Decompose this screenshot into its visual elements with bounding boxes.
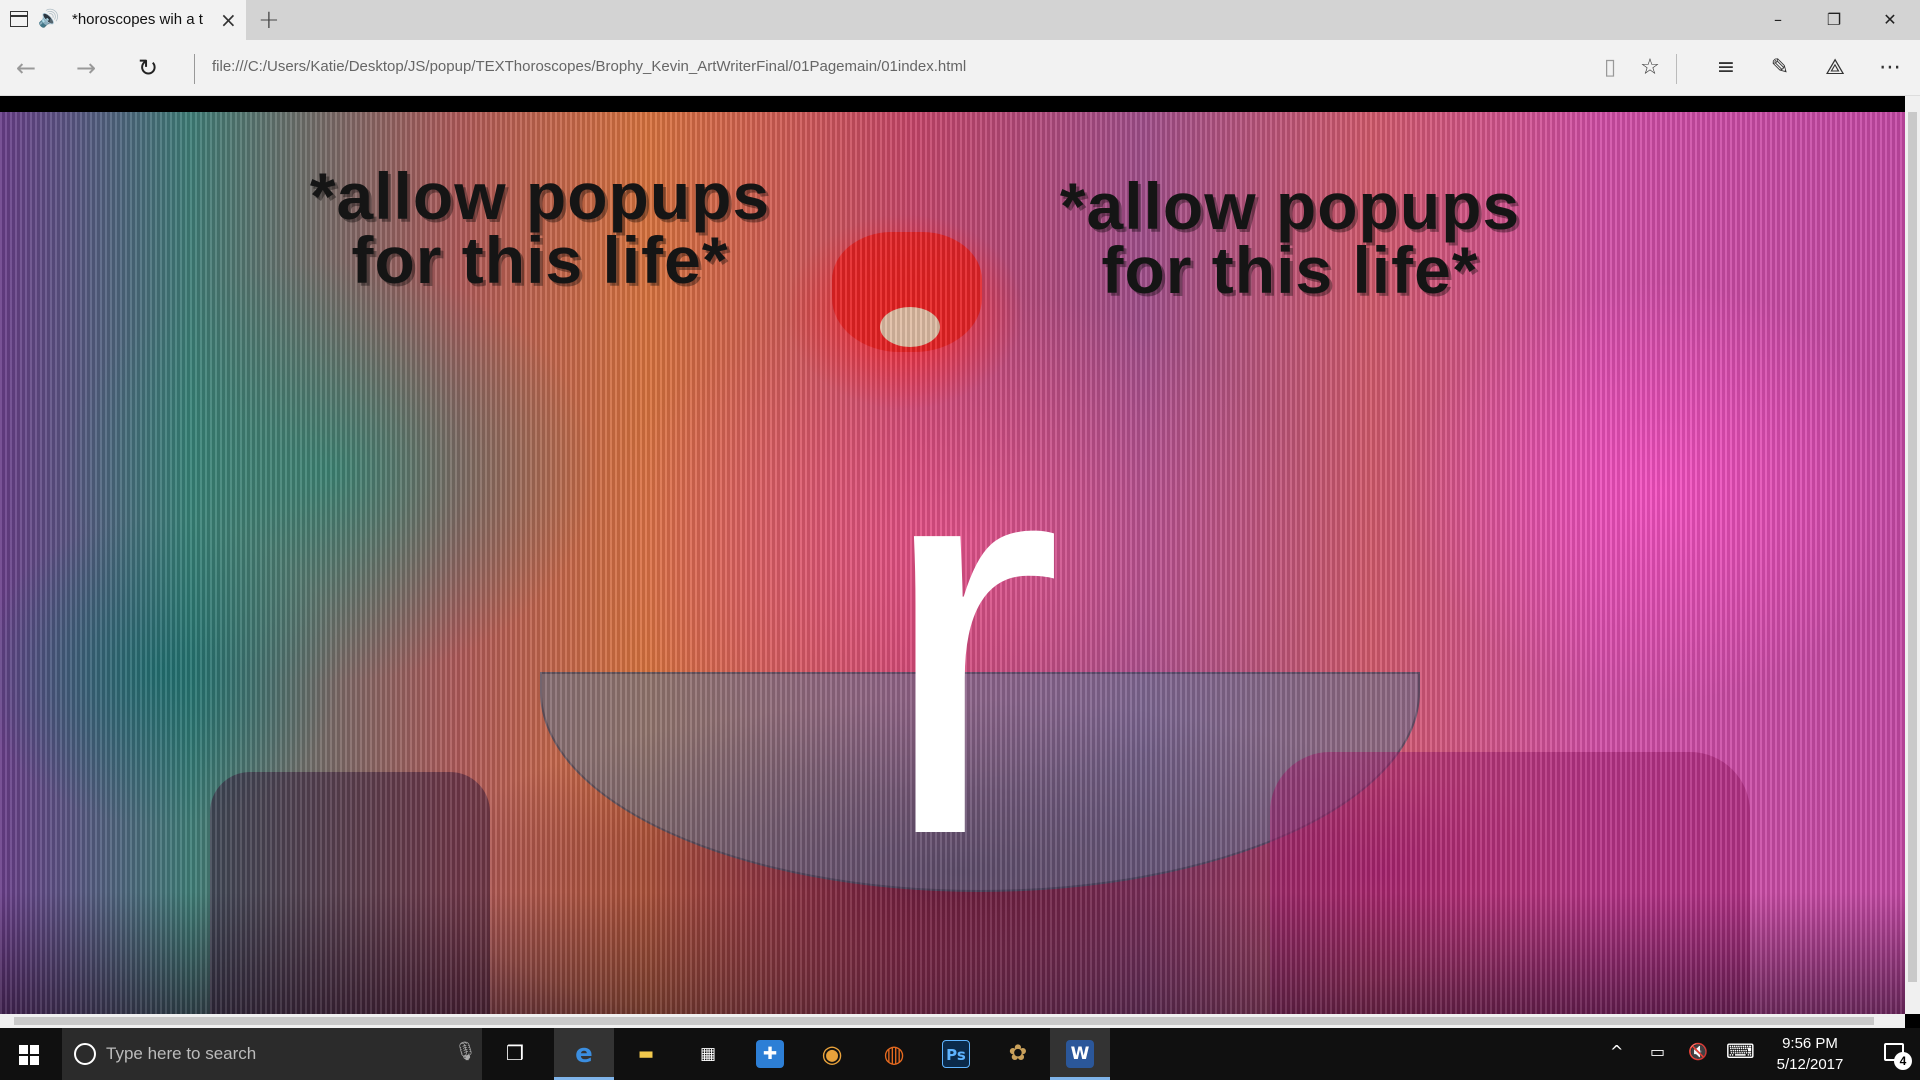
note-left-line1: *allow popups	[309, 159, 771, 233]
taskbar-chrome-icon[interactable]: ◉	[802, 1028, 862, 1080]
keyboard-icon[interactable]: ⌨	[1726, 1039, 1755, 1063]
address-separator	[194, 54, 195, 84]
refresh-button[interactable]: ↻	[130, 50, 166, 86]
back-button[interactable]: ←	[8, 50, 44, 86]
word-icon: W	[1066, 1040, 1094, 1068]
restore-button[interactable]: ❐	[1806, 0, 1862, 40]
microphone-icon[interactable]: 🎙	[454, 1041, 477, 1062]
favorite-star-icon[interactable]: ☆	[1630, 50, 1670, 86]
chrome-icon: ◉	[821, 1040, 843, 1068]
search-placeholder: Type here to search	[106, 1044, 257, 1063]
horizontal-scroll-thumb[interactable]	[14, 1017, 1874, 1025]
windows-logo-pane	[30, 1045, 39, 1054]
tab-title: *horoscopes wih a t	[72, 11, 203, 28]
shield-icon: ✚	[756, 1040, 784, 1068]
windows-logo-pane	[30, 1056, 39, 1065]
tab-strip: 🔊 *horoscopes wih a t × + – ❐ ✕	[0, 0, 1920, 40]
close-window-button[interactable]: ✕	[1862, 0, 1918, 40]
tab-preview-icon[interactable]	[10, 11, 28, 27]
photoshop-icon: Ps	[942, 1040, 970, 1068]
taskbar: Type here to search 🎙 ❒ e ▬ ▦ ✚ ◉ ◍ Ps ✿…	[0, 1028, 1920, 1080]
vertical-scrollbar[interactable]	[1905, 96, 1920, 1014]
note-right-line1: *allow popups	[1059, 169, 1521, 243]
taskbar-search-box[interactable]: Type here to search 🎙	[62, 1028, 482, 1080]
address-bar[interactable]: file:///C:/Users/Katie/Desktop/JS/popup/…	[212, 58, 1562, 75]
forward-button[interactable]: →	[68, 50, 104, 86]
clock-time: 9:56 PM	[1782, 1035, 1838, 1052]
browser-tab[interactable]: 🔊 *horoscopes wih a t ×	[0, 0, 246, 40]
task-view-icon[interactable]: ❒	[506, 1041, 524, 1065]
cortana-icon[interactable]	[74, 1043, 96, 1065]
allow-popups-note-left: *allow popups for this life*	[250, 163, 830, 297]
typing-letter: r	[876, 325, 1064, 951]
speaker-icon[interactable]: 🔊	[38, 9, 59, 29]
clock-date: 5/12/2017	[1776, 1056, 1844, 1073]
taskbar-defender-icon[interactable]: ✚	[740, 1028, 800, 1080]
show-hidden-icons-chevron-icon[interactable]: ^	[1610, 1042, 1623, 1061]
taskbar-store-icon[interactable]: ▦	[678, 1028, 738, 1080]
windows-logo-pane	[19, 1056, 28, 1065]
windows-logo-icon	[19, 1045, 28, 1054]
web-note-icon[interactable]: ✎	[1760, 50, 1800, 86]
note-left-line2: for this life*	[351, 223, 729, 297]
share-icon[interactable]: ⟁	[1815, 50, 1855, 86]
hub-icon[interactable]: ≡	[1706, 50, 1746, 86]
taskbar-clock[interactable]: 9:56 PM 5/12/2017	[1760, 1033, 1860, 1075]
taskbar-paint-app-icon[interactable]: ✿	[988, 1028, 1048, 1080]
new-tab-button[interactable]: +	[258, 5, 280, 35]
page-viewport: *allow popups for this life* *allow popu…	[0, 96, 1905, 1014]
taskbar-edge-icon[interactable]: e	[554, 1028, 614, 1080]
volume-muted-icon[interactable]: 🔇	[1688, 1042, 1708, 1061]
action-center-button[interactable]: 4	[1866, 1028, 1920, 1080]
firefox-icon: ◍	[883, 1040, 905, 1068]
background-collage-image: *allow popups for this life* *allow popu…	[0, 112, 1905, 1014]
allow-popups-note-right: *allow popups for this life*	[1000, 173, 1580, 307]
note-right-line2: for this life*	[1101, 233, 1479, 307]
store-icon: ▦	[699, 1044, 717, 1064]
navigation-bar: ← → ↻ file:///C:/Users/Katie/Desktop/JS/…	[0, 40, 1920, 96]
horizontal-scrollbar[interactable]	[0, 1014, 1905, 1028]
more-icon[interactable]: ⋯	[1870, 50, 1910, 86]
minimize-button[interactable]: –	[1750, 0, 1806, 40]
folder-icon: ▬	[637, 1044, 655, 1064]
taskbar-firefox-icon[interactable]: ◍	[864, 1028, 924, 1080]
toolbar-separator	[1676, 54, 1677, 84]
notification-count-badge: 4	[1894, 1052, 1912, 1070]
close-tab-icon[interactable]: ×	[220, 8, 237, 32]
vertical-scroll-thumb[interactable]	[1908, 112, 1917, 982]
taskbar-file-explorer-icon[interactable]: ▬	[616, 1028, 676, 1080]
taskbar-word-icon[interactable]: W	[1050, 1028, 1110, 1080]
edge-icon: e	[575, 1039, 593, 1069]
taskbar-photoshop-icon[interactable]: Ps	[926, 1028, 986, 1080]
start-button[interactable]	[0, 1028, 56, 1080]
paint-brush-icon: ✿	[1008, 1041, 1028, 1066]
battery-icon[interactable]: ▭	[1650, 1042, 1665, 1061]
reading-view-icon[interactable]: ▯	[1590, 50, 1630, 86]
